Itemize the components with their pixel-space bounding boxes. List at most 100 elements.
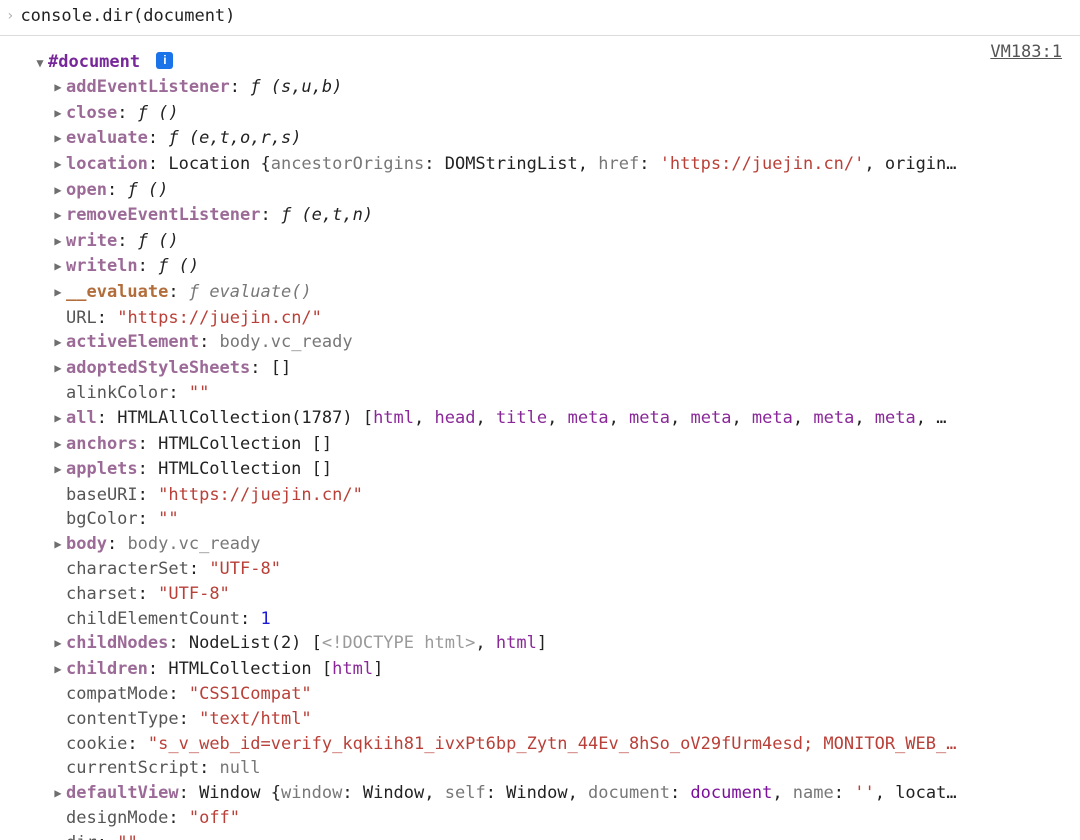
property-value-segment: : HTMLCollection []	[138, 434, 332, 454]
property-row[interactable]: ▶writeln: ƒ ()	[52, 254, 1080, 280]
property-key: addEventListener	[66, 77, 230, 97]
expand-arrow-right-icon[interactable]: ▶	[52, 457, 64, 482]
property-value-segment: :	[138, 485, 158, 505]
property-value-segment: name	[793, 783, 834, 803]
property-row[interactable]: ▶activeElement: body.vc_ready	[52, 330, 1080, 356]
property-value-segment: 1	[260, 609, 270, 629]
property-row: charset: "UTF-8"	[52, 582, 1080, 607]
property-row[interactable]: ▶close: ƒ ()	[52, 101, 1080, 127]
property-value-segment: : NodeList(2) [	[168, 633, 322, 653]
property-row: designMode: "off"	[52, 806, 1080, 831]
property-key: location	[66, 154, 148, 174]
property-value-segment: , origin…	[864, 154, 956, 174]
tree-root[interactable]: ▼#document i	[34, 50, 1080, 76]
expand-arrow-right-icon[interactable]: ▶	[52, 781, 64, 806]
property-value-segment: self	[445, 783, 486, 803]
property-value-segment: :	[189, 559, 209, 579]
property-content: removeEventListener: ƒ (e,t,n)	[66, 203, 1080, 228]
expand-arrow-right-icon[interactable]: ▶	[52, 330, 64, 355]
expand-arrow-right-icon[interactable]: ▶	[52, 229, 64, 254]
property-row[interactable]: ▶removeEventListener: ƒ (e,t,n)	[52, 203, 1080, 229]
property-value-segment: null	[220, 758, 261, 778]
property-value-segment: :	[117, 231, 137, 251]
property-value-segment: :	[639, 154, 659, 174]
property-value-segment: :	[230, 77, 250, 97]
property-content: defaultView: Window {window: Window, sel…	[66, 781, 1080, 806]
property-key: currentScript	[66, 758, 199, 778]
property-value-segment: meta	[690, 408, 731, 428]
property-row[interactable]: ▶write: ƒ ()	[52, 229, 1080, 255]
property-key: charset	[66, 584, 138, 604]
property-row[interactable]: ▶defaultView: Window {window: Window, se…	[52, 781, 1080, 807]
console-input-code[interactable]: console.dir(document)	[20, 4, 235, 29]
property-value-segment: ,	[475, 408, 495, 428]
property-row[interactable]: ▶body: body.vc_ready	[52, 532, 1080, 558]
expand-arrow-right-icon[interactable]: ▶	[52, 152, 64, 177]
info-icon[interactable]: i	[156, 52, 173, 69]
property-value-segment: ƒ (e,t,n)	[281, 205, 373, 225]
expand-arrow-right-icon[interactable]: ▶	[52, 432, 64, 457]
property-value-segment: ]	[537, 633, 547, 653]
expand-arrow-right-icon[interactable]: ▶	[52, 280, 64, 305]
property-value-segment: ƒ ()	[158, 256, 199, 276]
expand-arrow-right-icon[interactable]: ▶	[52, 75, 64, 100]
property-row[interactable]: ▶children: HTMLCollection [html]	[52, 657, 1080, 683]
property-row[interactable]: ▶open: ƒ ()	[52, 178, 1080, 204]
property-value-segment: href	[598, 154, 639, 174]
property-value-segment: "https://juejin.cn/"	[117, 308, 322, 328]
property-content: evaluate: ƒ (e,t,o,r,s)	[66, 126, 1080, 151]
property-row: dir: ""	[52, 831, 1080, 840]
expand-arrow-right-icon[interactable]: ▶	[52, 178, 64, 203]
property-row[interactable]: ▶anchors: HTMLCollection []	[52, 432, 1080, 458]
property-row[interactable]: ▶evaluate: ƒ (e,t,o,r,s)	[52, 126, 1080, 152]
property-row[interactable]: ▶childNodes: NodeList(2) [<!DOCTYPE html…	[52, 631, 1080, 657]
property-row[interactable]: ▶all: HTMLAllCollection(1787) [html, hea…	[52, 406, 1080, 432]
prompt-caret-icon: ›	[4, 4, 20, 29]
property-row: compatMode: "CSS1Compat"	[52, 682, 1080, 707]
property-value-segment: body.vc_ready	[127, 534, 260, 554]
expand-arrow-right-icon[interactable]: ▶	[52, 631, 64, 656]
property-content: write: ƒ ()	[66, 229, 1080, 254]
property-row[interactable]: ▶__evaluate: ƒ evaluate()	[52, 280, 1080, 306]
expand-arrow-right-icon[interactable]: ▶	[52, 532, 64, 557]
expand-arrow-right-icon[interactable]: ▶	[52, 203, 64, 228]
expand-arrow-right-icon[interactable]: ▶	[52, 126, 64, 151]
property-key: write	[66, 231, 117, 251]
expand-arrow-right-icon[interactable]: ▶	[52, 406, 64, 431]
property-row[interactable]: ▶location: Location {ancestorOrigins: DO…	[52, 152, 1080, 178]
property-value-segment: ""	[158, 509, 178, 529]
property-value-segment: ƒ (s,u,b)	[250, 77, 342, 97]
property-value-segment: "CSS1Compat"	[189, 684, 312, 704]
property-value-segment: :	[107, 180, 127, 200]
property-row: childElementCount: 1	[52, 607, 1080, 632]
expand-arrow-right-icon[interactable]: ▶	[52, 657, 64, 682]
property-value-segment: :	[138, 509, 158, 529]
property-value-segment: :	[168, 684, 188, 704]
property-row: cookie: "s_v_web_id=verify_kqkiih81_ivxP…	[52, 732, 1080, 757]
property-key: adoptedStyleSheets	[66, 358, 250, 378]
property-row: alinkColor: ""	[52, 381, 1080, 406]
property-key: open	[66, 180, 107, 200]
property-row: bgColor: ""	[52, 507, 1080, 532]
property-value-segment: : HTMLAllCollection(1787) [	[97, 408, 373, 428]
expand-arrow-right-icon[interactable]: ▶	[52, 101, 64, 126]
expand-arrow-right-icon[interactable]: ▶	[52, 254, 64, 279]
property-content: writeln: ƒ ()	[66, 254, 1080, 279]
property-value-segment: ƒ (e,t,o,r,s)	[168, 128, 301, 148]
property-value-segment: , locat…	[875, 783, 957, 803]
expand-arrow-right-icon[interactable]: ▶	[52, 356, 64, 381]
property-content: contentType: "text/html"	[66, 707, 1080, 732]
property-content: adoptedStyleSheets: []	[66, 356, 1080, 381]
property-value-segment: ancestorOrigins	[271, 154, 425, 174]
property-key: removeEventListener	[66, 205, 260, 225]
property-content: activeElement: body.vc_ready	[66, 330, 1080, 355]
expand-arrow-down-icon[interactable]: ▼	[34, 51, 46, 76]
property-value-segment: document	[690, 783, 772, 803]
property-value-segment: :	[107, 534, 127, 554]
property-value-segment: :	[138, 584, 158, 604]
property-row[interactable]: ▶adoptedStyleSheets: []	[52, 356, 1080, 382]
property-row[interactable]: ▶addEventListener: ƒ (s,u,b)	[52, 75, 1080, 101]
property-row[interactable]: ▶applets: HTMLCollection []	[52, 457, 1080, 483]
property-content: alinkColor: ""	[66, 381, 1080, 406]
property-value-segment: <!DOCTYPE html>	[322, 633, 476, 653]
